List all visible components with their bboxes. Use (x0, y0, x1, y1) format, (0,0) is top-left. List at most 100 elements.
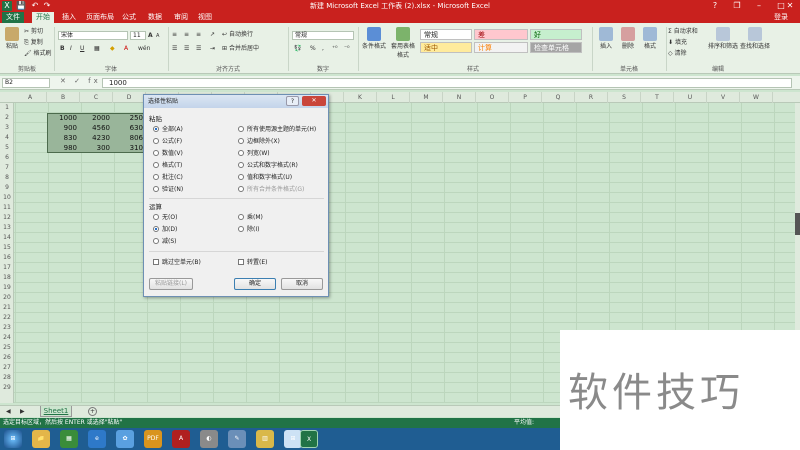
tab-insert[interactable]: 插入 (58, 12, 80, 23)
transpose-checkbox[interactable]: 转置(E) (238, 258, 267, 267)
style-neutral[interactable]: 适中 (420, 42, 472, 53)
column-header[interactable]: V (707, 92, 740, 103)
tab-review[interactable]: 审阅 (170, 12, 192, 23)
decrease-decimal-icon[interactable]: ⁻⁰ (344, 44, 350, 53)
border-icon[interactable]: ▦ (94, 44, 100, 53)
close-button[interactable]: ✕ (780, 0, 800, 12)
comma-button[interactable]: , (322, 44, 324, 53)
dialog-close-button[interactable]: ✕ (302, 96, 326, 106)
folder-icon[interactable]: 📁 (32, 430, 50, 448)
row-header[interactable]: 6 (0, 153, 14, 163)
formula-input[interactable]: 1000 (102, 78, 792, 88)
phonetic-button[interactable]: wén (138, 44, 150, 53)
radio-option[interactable]: 无(O) (153, 213, 177, 222)
row-header[interactable]: 16 (0, 253, 14, 263)
column-header[interactable]: K (344, 92, 377, 103)
underline-button[interactable]: U (80, 44, 84, 53)
style-bad[interactable]: 差 (474, 29, 528, 40)
cell-value[interactable]: 310 (113, 143, 143, 153)
media-icon[interactable]: ◐ (200, 430, 218, 448)
radio-option[interactable]: 全部(A) (153, 125, 183, 134)
bold-button[interactable]: B (60, 44, 65, 53)
increase-decimal-icon[interactable]: ⁺⁰ (332, 44, 338, 53)
row-header[interactable]: 28 (0, 373, 14, 383)
next-sheet-icon[interactable]: ▶ (20, 407, 25, 416)
column-header[interactable]: A (14, 92, 47, 103)
align-left-icon[interactable]: ☰ (172, 44, 177, 53)
row-header[interactable]: 17 (0, 263, 14, 273)
row-header[interactable]: 8 (0, 173, 14, 183)
grow-font-button[interactable]: A (148, 31, 153, 40)
cell-value[interactable]: 806 (113, 133, 143, 143)
align-middle-icon[interactable]: ≡ (184, 30, 189, 39)
tab-home[interactable]: 开始 (32, 12, 54, 23)
cell-value[interactable]: 830 (47, 133, 77, 143)
row-header[interactable]: 19 (0, 283, 14, 293)
column-header[interactable]: P (509, 92, 542, 103)
column-header[interactable]: T (641, 92, 674, 103)
radio-option[interactable]: 验证(N) (153, 185, 183, 194)
tab-file[interactable]: 文件 (2, 12, 24, 23)
radio-option[interactable]: 批注(C) (153, 173, 183, 182)
minimize-button[interactable]: – (748, 0, 770, 12)
row-header[interactable]: 22 (0, 313, 14, 323)
radio-option[interactable]: 值和数字格式(U) (238, 173, 292, 182)
format-as-table-button[interactable]: 套用表格格式 (390, 27, 416, 59)
font-name-select[interactable]: 宋体 (58, 31, 128, 40)
row-header[interactable]: 21 (0, 303, 14, 313)
align-top-icon[interactable]: ≡ (172, 30, 177, 39)
row-header[interactable]: 3 (0, 123, 14, 133)
align-right-icon[interactable]: ☰ (196, 44, 201, 53)
column-header[interactable]: B (47, 92, 80, 103)
copy-button[interactable]: ⎘ 复制 (24, 38, 43, 47)
sheet-tab[interactable]: Sheet1 (40, 406, 72, 417)
row-header[interactable]: 12 (0, 213, 14, 223)
sort-filter-button[interactable]: 排序和筛选 (708, 27, 738, 50)
fill-color-icon[interactable]: ◆ (110, 44, 115, 53)
row-header[interactable]: 24 (0, 333, 14, 343)
skip-blanks-checkbox[interactable]: 跳过空单元(B) (153, 258, 201, 267)
row-header[interactable]: 11 (0, 203, 14, 213)
fill-button[interactable]: ⬇ 填充 (668, 38, 687, 47)
dialog-help-button[interactable]: ? (286, 96, 299, 106)
undo-icon[interactable]: ↶ (30, 1, 40, 11)
start-icon[interactable]: ⊞ (4, 430, 22, 448)
save-icon[interactable]: 💾 (16, 1, 26, 11)
tab-formulas[interactable]: 公式 (118, 12, 140, 23)
conditional-format-button[interactable]: 条件格式 (360, 27, 388, 50)
radio-option[interactable]: 格式(T) (153, 161, 182, 170)
row-header[interactable]: 27 (0, 363, 14, 373)
radio-option[interactable]: 所有使用源主题的单元(H) (238, 125, 316, 134)
browser-icon[interactable]: e (88, 430, 106, 448)
delete-cells-button[interactable]: 删除 (618, 27, 638, 50)
cell-value[interactable]: 4230 (80, 133, 110, 143)
column-header[interactable]: O (476, 92, 509, 103)
merge-center-button[interactable]: ⊞ 合并后居中 (222, 44, 259, 53)
currency-icon[interactable]: 💱 (294, 44, 301, 53)
radio-option[interactable]: 公式(F) (153, 137, 182, 146)
style-normal[interactable]: 常规 (420, 29, 472, 40)
radio-option[interactable]: 减(S) (153, 237, 177, 246)
row-header[interactable]: 7 (0, 163, 14, 173)
add-sheet-button[interactable]: + (88, 407, 97, 416)
align-center-icon[interactable]: ☰ (184, 44, 189, 53)
paste-link-button[interactable]: 粘贴链接(L) (149, 278, 193, 290)
redo-icon[interactable]: ↷ (42, 1, 52, 11)
name-box[interactable]: B2 (2, 78, 50, 88)
row-header[interactable]: 23 (0, 323, 14, 333)
column-header[interactable]: D (113, 92, 146, 103)
tab-page-layout[interactable]: 页面布局 (82, 12, 118, 23)
cell-value[interactable]: 630 (113, 123, 143, 133)
insert-cells-button[interactable]: 插入 (596, 27, 616, 50)
wrap-text-button[interactable]: ↩ 自动换行 (222, 30, 253, 39)
indent-icon[interactable]: ⇥ (210, 44, 215, 53)
font-size-select[interactable]: 11 (130, 31, 146, 40)
shrink-font-button[interactable]: A (156, 32, 159, 41)
app-icon[interactable]: ▥ (256, 430, 274, 448)
row-header[interactable]: 10 (0, 193, 14, 203)
radio-option[interactable]: 加(D) (153, 225, 177, 234)
paint-icon[interactable]: ✎ (228, 430, 246, 448)
paste-button[interactable]: 粘贴 (3, 27, 21, 50)
column-header[interactable]: W (740, 92, 773, 103)
row-header[interactable]: 1 (0, 103, 14, 113)
